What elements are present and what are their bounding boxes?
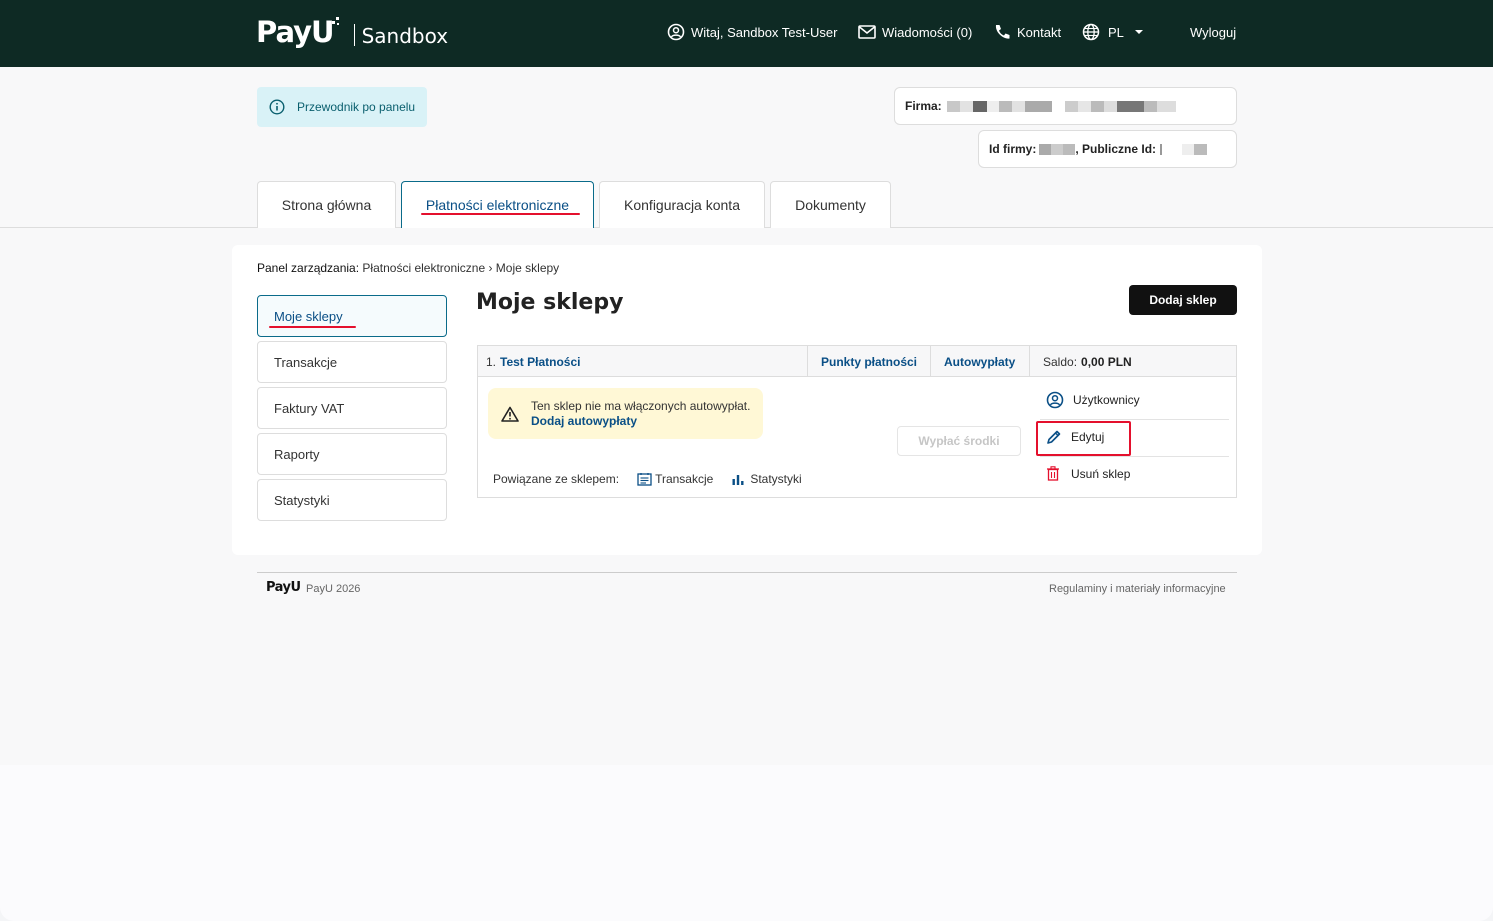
- shop-index: 1.: [486, 354, 497, 369]
- logo-dots-icon: [331, 17, 340, 47]
- footer-divider: [257, 572, 1237, 573]
- company-id-label: Id firmy:: [989, 142, 1037, 156]
- tab-electronic-payments-label: Płatności elektroniczne: [425, 197, 570, 213]
- sidebar-item-transactions[interactable]: Transakcje: [257, 341, 447, 383]
- payu-sandbox-logo[interactable]: PayU Sandbox: [256, 12, 448, 52]
- logo-separator: [353, 24, 355, 46]
- logout-text: Wyloguj: [1190, 24, 1237, 40]
- balance-cell: Saldo: 0,00 PLN: [1043, 346, 1132, 377]
- delete-shop-action[interactable]: Usuń sklep: [1046, 466, 1130, 481]
- top-bar: PayU Sandbox Witaj, Sandbox Test-User Wi…: [0, 0, 1493, 67]
- contact-link[interactable]: Kontakt: [993, 0, 1061, 64]
- sidebar-item-vat-invoices[interactable]: Faktury VAT: [257, 387, 447, 429]
- tab-home[interactable]: Strona główna: [257, 181, 396, 228]
- tab-home-label: Strona główna: [281, 197, 372, 213]
- breadcrumb: Panel zarządzania: Płatności elektronicz…: [257, 261, 559, 275]
- info-icon: [269, 99, 285, 115]
- page-bottom-background: [0, 765, 1493, 921]
- page: PayU Sandbox Witaj, Sandbox Test-User Wi…: [0, 0, 1493, 921]
- messages-text: Wiadomości (0): [882, 24, 973, 40]
- globe-icon: [1082, 23, 1100, 41]
- tab-documents[interactable]: Dokumenty: [770, 181, 891, 228]
- panel-guide-button[interactable]: Przewodnik po panelu: [257, 87, 427, 127]
- sidebar-active-underline: [269, 326, 356, 328]
- related-transactions-label: Transakcje: [655, 472, 714, 486]
- sidebar-item-label: Raporty: [274, 446, 320, 462]
- redacted-company-id: [1039, 143, 1076, 155]
- balance-label: Saldo:: [1043, 354, 1078, 369]
- action-divider: [1040, 419, 1229, 420]
- related-transactions-link[interactable]: Transakcje: [637, 472, 713, 486]
- tab-account-config-label: Konfiguracja konta: [624, 197, 740, 213]
- autopayout-warning: Ten sklep nie ma włączonych autowypłat. …: [488, 388, 763, 439]
- add-shop-button[interactable]: Dodaj sklep: [1129, 285, 1237, 315]
- delete-shop-label: Usuń sklep: [1071, 466, 1131, 481]
- warning-text: Ten sklep nie ma włączonych autowypłat.: [531, 399, 751, 413]
- sandbox-label: Sandbox: [361, 24, 449, 48]
- edit-highlight-box: [1036, 421, 1131, 456]
- shop-header-row: 1. Test Płatności Punkty płatności Autow…: [478, 346, 1236, 377]
- related-statistics-label: Statystyki: [750, 472, 802, 486]
- warning-triangle-icon: [501, 406, 519, 422]
- header-divider: [1029, 346, 1030, 377]
- envelope-icon: [858, 25, 876, 39]
- autopayouts-cell: Autowypłaty: [944, 346, 1015, 377]
- language-selector[interactable]: PL: [1082, 0, 1150, 64]
- redacted-public-id: [1160, 143, 1208, 155]
- sidebar-item-reports[interactable]: Raporty: [257, 433, 447, 475]
- redacted-company-name: [946, 100, 1176, 112]
- shop-name-link[interactable]: Test Płatności: [500, 355, 580, 369]
- payment-points-link[interactable]: Punkty płatności: [821, 355, 917, 369]
- panel-guide-label: Przewodnik po panelu: [297, 100, 416, 114]
- payu-logo-text: PayU: [256, 15, 335, 49]
- tab-documents-label: Dokumenty: [795, 197, 866, 213]
- greeting-text: Witaj, Sandbox Test-User: [691, 24, 838, 40]
- related-statistics-link[interactable]: Statystyki: [731, 472, 802, 486]
- balance-value: 0,00 PLN: [1081, 354, 1132, 369]
- sidebar-item-label: Statystyki: [274, 492, 330, 508]
- header-divider: [930, 346, 931, 377]
- sidebar-item-statistics[interactable]: Statystyki: [257, 479, 447, 521]
- trash-icon: [1047, 466, 1059, 481]
- shop-users-action[interactable]: Użytkownicy: [1046, 391, 1140, 409]
- tab-electronic-payments[interactable]: Płatności elektroniczne: [401, 181, 594, 228]
- withdraw-funds-button[interactable]: Wypłać środki: [897, 426, 1021, 456]
- user-circle-icon: [667, 23, 685, 41]
- user-greeting[interactable]: Witaj, Sandbox Test-User: [667, 0, 837, 64]
- action-divider: [1040, 456, 1229, 457]
- footer-terms-link[interactable]: Regulaminy i materiały informacyjne: [1049, 583, 1226, 595]
- phone-icon: [995, 25, 1010, 39]
- company-name-box: Firma:: [894, 87, 1237, 125]
- messages-link[interactable]: Wiadomości (0): [858, 0, 972, 64]
- tab-active-underline: [421, 213, 580, 215]
- add-autopayouts-link[interactable]: Dodaj autowypłaty: [531, 414, 637, 428]
- logout-link[interactable]: Wyloguj: [1190, 0, 1236, 64]
- shop-users-label: Użytkownicy: [1073, 393, 1140, 407]
- footer-copyright: PayU 2026: [306, 583, 361, 595]
- page-title: Moje sklepy: [476, 290, 624, 315]
- caret-down-icon: [1134, 30, 1143, 34]
- contact-text: Kontakt: [1017, 24, 1062, 40]
- tab-account-config[interactable]: Konfiguracja konta: [599, 181, 765, 228]
- shop-name-cell: 1. Test Płatności: [486, 346, 580, 377]
- autopayouts-link[interactable]: Autowypłaty: [944, 355, 1015, 369]
- breadcrumb-path[interactable]: Płatności elektroniczne › Moje sklepy: [359, 261, 559, 275]
- user-circle-icon: [1046, 391, 1064, 409]
- sidebar-item-label: Faktury VAT: [274, 400, 345, 416]
- sidebar-item-my-shops[interactable]: Moje sklepy: [257, 295, 447, 337]
- related-links: Powiązane ze sklepem: Transakcje Statyst…: [493, 472, 802, 486]
- payment-points-cell: Punkty płatności: [821, 346, 917, 377]
- company-label: Firma:: [905, 99, 942, 113]
- footer-payu-logo: PayU: [266, 580, 301, 595]
- related-label: Powiązane ze sklepem:: [493, 472, 620, 486]
- company-id-box: Id firmy: , Publiczne Id:: [978, 130, 1237, 168]
- sidebar-item-label: Transakcje: [274, 354, 338, 370]
- language-text: PL: [1108, 24, 1124, 40]
- sidebar-item-label: Moje sklepy: [274, 308, 343, 324]
- breadcrumb-lead: Panel zarządzania:: [257, 261, 360, 275]
- header-divider: [807, 346, 808, 377]
- list-document-icon: [637, 473, 652, 486]
- public-id-label: , Publiczne Id:: [1075, 142, 1157, 156]
- bar-chart-icon: [732, 475, 744, 485]
